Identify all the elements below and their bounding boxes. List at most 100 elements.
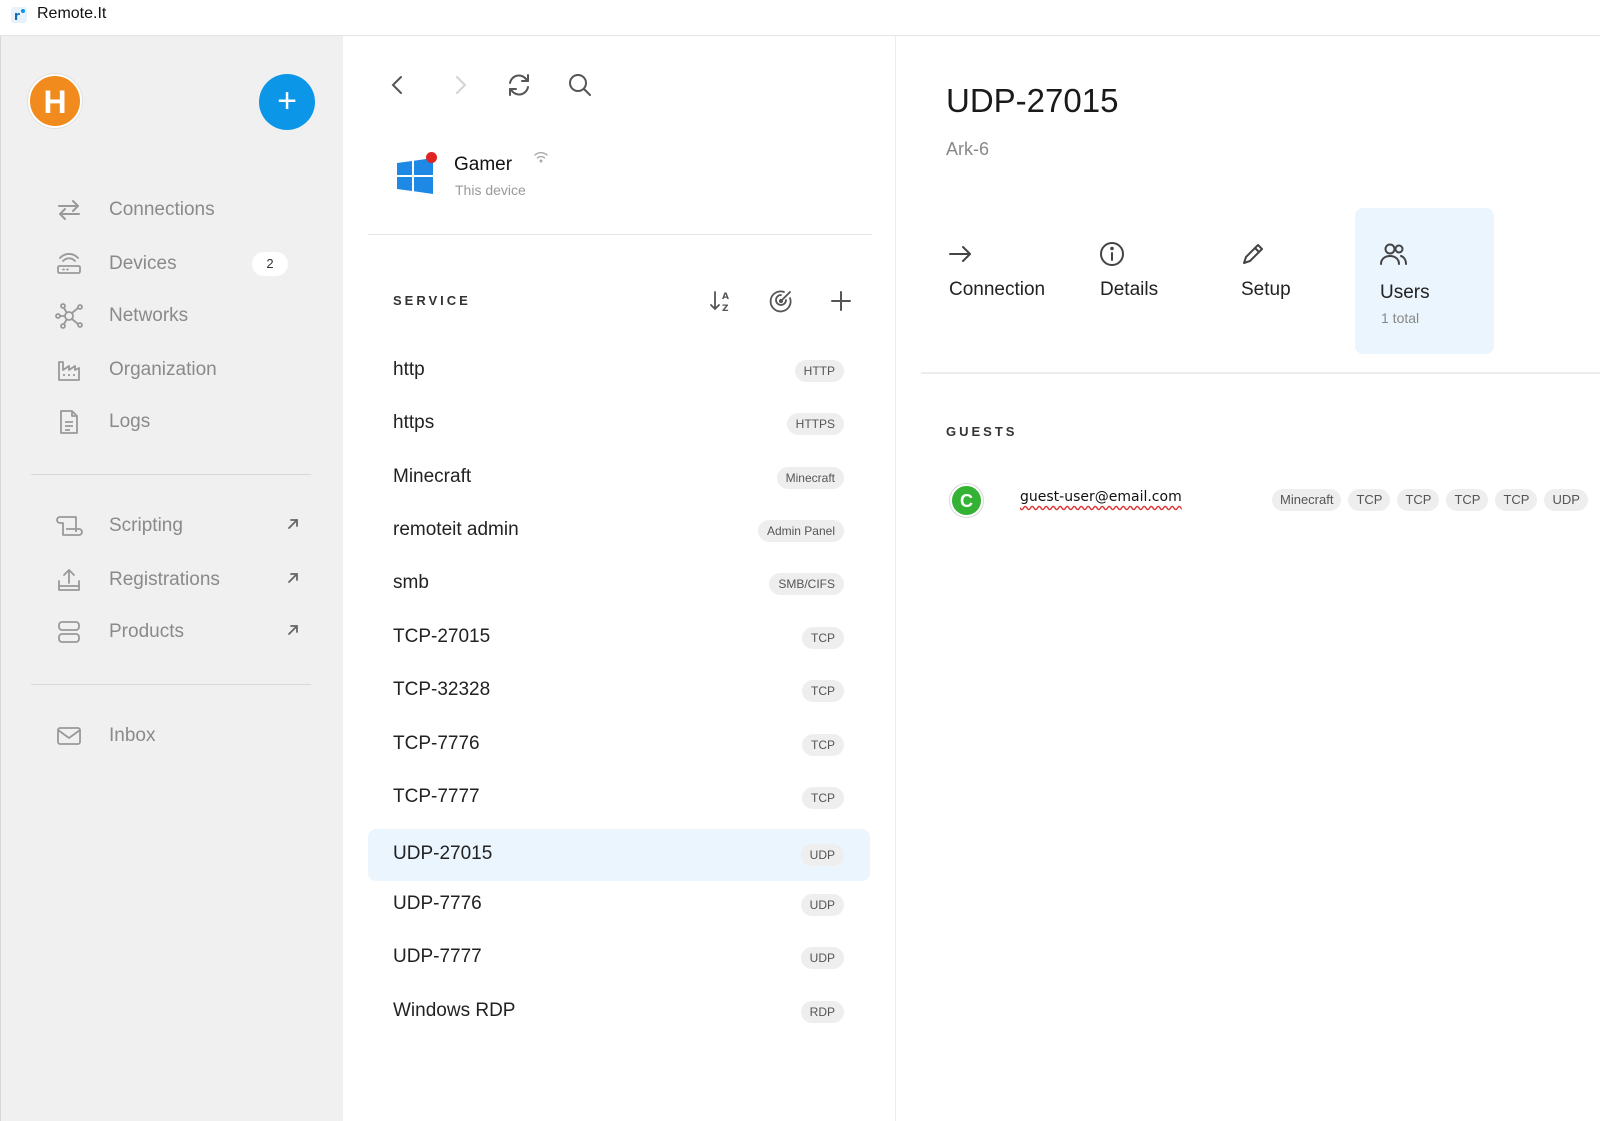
network-nodes-icon [49,302,89,330]
sidebar-item-label: Registrations [109,569,220,590]
sidebar-item-organization[interactable]: Organization [49,350,309,390]
sidebar-item-inbox[interactable]: Inbox [49,716,309,756]
service-name: https [393,412,435,433]
service-row[interactable]: Minecraft Minecraft [368,452,870,504]
sidebar-divider [31,684,311,685]
devices-count-badge: 2 [252,252,288,276]
sidebar-item-registrations[interactable]: Registrations [49,560,309,600]
tab-connection[interactable]: Connection [947,208,1067,354]
sidebar-item-label: Inbox [109,725,156,746]
tab-details[interactable]: Details [1098,208,1198,354]
mail-icon [49,722,89,750]
service-type-tag: UDP [800,844,844,866]
arrows-swap-icon [49,196,89,224]
router-icon [49,250,89,278]
forward-button[interactable] [445,70,475,100]
sidebar-item-scripting[interactable]: Scripting [49,506,309,546]
sidebar-item-connections[interactable]: Connections [49,190,309,230]
sidebar-item-label: Logs [109,411,151,432]
plus-icon [831,291,851,311]
service-type-tag: Admin Panel [757,520,844,542]
add-service-button[interactable] [826,286,856,316]
guest-service-tag: TCP [1495,489,1538,511]
document-icon [49,408,89,436]
service-name: Minecraft [393,466,472,487]
upload-tray-icon [49,566,89,594]
target-icon [769,290,792,313]
sidebar: H + Connections Devices 2 Networks Organ… [0,36,343,1121]
sidebar-item-label: Connections [109,199,215,220]
search-button[interactable] [565,70,595,100]
sidebar-item-label: Organization [109,359,217,380]
tab-users[interactable]: Users 1 total [1355,208,1494,354]
target-button[interactable] [766,286,796,316]
service-detail-panel: UDP-27015 Ark-6 Connection Details Setup… [896,36,1600,1121]
panel-divider [368,234,872,235]
service-row[interactable]: remoteit admin Admin Panel [368,505,870,557]
service-section-label: SERVICE [393,293,471,308]
external-link-icon [288,625,298,635]
remoteit-app-icon: r [11,7,27,23]
sidebar-item-devices[interactable]: Devices 2 [49,244,309,284]
users-icon [1380,243,1407,265]
refresh-icon [509,74,529,96]
guests-section-label: GUESTS [946,424,1018,439]
service-name: UDP-27015 [393,843,493,864]
service-type-tag: TCP [802,787,844,809]
device-name: Gamer [454,154,513,175]
title-bar: r Remote.It [0,0,1600,36]
service-row[interactable]: Windows RDP RDP [368,986,870,1038]
guest-avatar: C [950,484,983,517]
service-row[interactable]: TCP-7777 TCP [368,772,870,824]
service-type-tag: UDP [800,894,844,916]
service-row[interactable]: smb SMB/CIFS [368,558,870,610]
add-button[interactable]: + [259,74,315,130]
sidebar-item-networks[interactable]: Networks [49,296,309,336]
users-count: 1 total [1381,310,1420,326]
tab-label: Details [1100,279,1159,300]
tab-setup[interactable]: Setup [1239,208,1329,354]
external-link-icon [288,573,298,583]
sidebar-item-label: Networks [109,305,189,326]
window-title: Remote.It [37,5,107,22]
sidebar-item-label: Devices [109,253,177,274]
service-row[interactable]: UDP-7777 UDP [368,932,870,984]
service-title: UDP-27015 [946,82,1119,119]
chevron-right-icon [456,76,467,94]
svg-text:A: A [722,292,729,302]
service-name: TCP-7777 [393,786,480,807]
back-button[interactable] [383,70,413,100]
sidebar-divider [31,474,311,475]
sort-button[interactable]: A Z [707,286,737,316]
sidebar-item-products[interactable]: Products [49,612,309,652]
wifi-icon [534,152,548,163]
service-row[interactable]: TCP-7776 TCP [368,719,870,771]
device-status-dot [426,152,437,163]
tab-label: Users [1380,282,1430,303]
service-type-tag: RDP [800,1001,844,1023]
device-subtitle: This device [455,182,526,198]
guest-email[interactable]: guest-user@email.com [1020,489,1182,505]
service-row[interactable]: TCP-32328 TCP [368,665,870,717]
refresh-button[interactable] [504,70,534,100]
sidebar-item-logs[interactable]: Logs [49,402,309,442]
guest-service-tag: TCP [1348,489,1391,511]
sort-az-icon: A Z [710,291,729,314]
guest-service-tag: Minecraft [1272,489,1342,511]
user-avatar[interactable]: H [28,74,82,128]
service-name: remoteit admin [393,519,519,540]
search-icon [569,74,591,96]
service-row[interactable]: UDP-7776 UDP [368,879,870,931]
service-row[interactable]: http HTTP [368,345,870,397]
service-row[interactable]: TCP-27015 TCP [368,612,870,664]
service-name: UDP-7777 [393,946,482,967]
service-name: TCP-7776 [393,733,480,754]
service-row[interactable]: https HTTPS [368,398,870,450]
svg-text:r: r [14,9,20,23]
service-type-tag: UDP [800,947,844,969]
service-type-tag: Minecraft [776,467,844,489]
service-name: Windows RDP [393,1000,516,1021]
guest-service-tag: UDP [1544,489,1588,511]
service-list-panel: Gamer This device SERVICE A Z http HTTP ht… [343,36,896,1121]
service-row[interactable]: UDP-27015 UDP [368,829,870,881]
